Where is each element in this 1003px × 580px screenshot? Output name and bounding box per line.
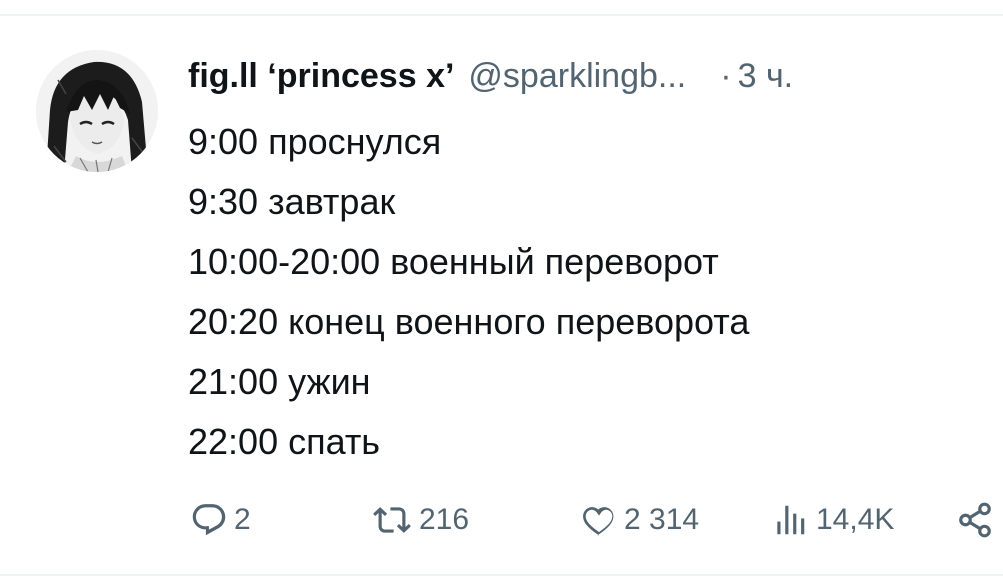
tweet-line: 22:00 спать [188,421,381,462]
tweet-header: fig.ll ‘princess x’ @sparklingb... · 3 ч… [188,54,793,98]
reply-count: 2 [234,503,251,536]
share-button[interactable] [956,496,994,544]
tweet-line: 21:00 ужин [188,361,371,402]
share-icon [959,502,991,538]
retweet-button[interactable]: 216 [371,496,469,544]
tweet-line: 9:00 проснулся [188,121,442,162]
bottom-divider [0,574,1003,576]
avatar[interactable] [36,50,158,172]
retweet-count: 216 [419,503,470,536]
tweet-text: 9:00 проснулся 9:30 завтрак 10:00-20:00 … [188,112,988,472]
heart-icon [583,507,614,536]
tweet-line: 10:00-20:00 военный переворот [188,241,719,282]
tweet-line: 9:30 завтрак [188,181,396,222]
like-count: 2 314 [624,503,700,536]
retweet-icon [373,507,411,533]
comment-bubble-icon [192,504,226,536]
timestamp[interactable]: 3 ч. [738,57,794,96]
views-count: 14,4K [816,503,895,536]
views-button[interactable]: 14,4K [770,496,894,544]
tweet-actions: 2 216 2 314 14,4K [190,496,1003,544]
tweet[interactable]: fig.ll ‘princess x’ @sparklingb... · 3 ч… [0,16,1003,574]
separator-dot: · [720,56,732,95]
tweet-line: 20:20 конец военного переворота [188,301,750,342]
avatar-image [36,50,158,172]
reply-button[interactable]: 2 [190,496,251,544]
user-handle[interactable]: @sparklingb... [468,57,686,96]
like-button[interactable]: 2 314 [580,496,699,544]
display-name[interactable]: fig.ll ‘princess x’ [188,57,454,96]
bar-chart-views-icon [777,505,805,535]
